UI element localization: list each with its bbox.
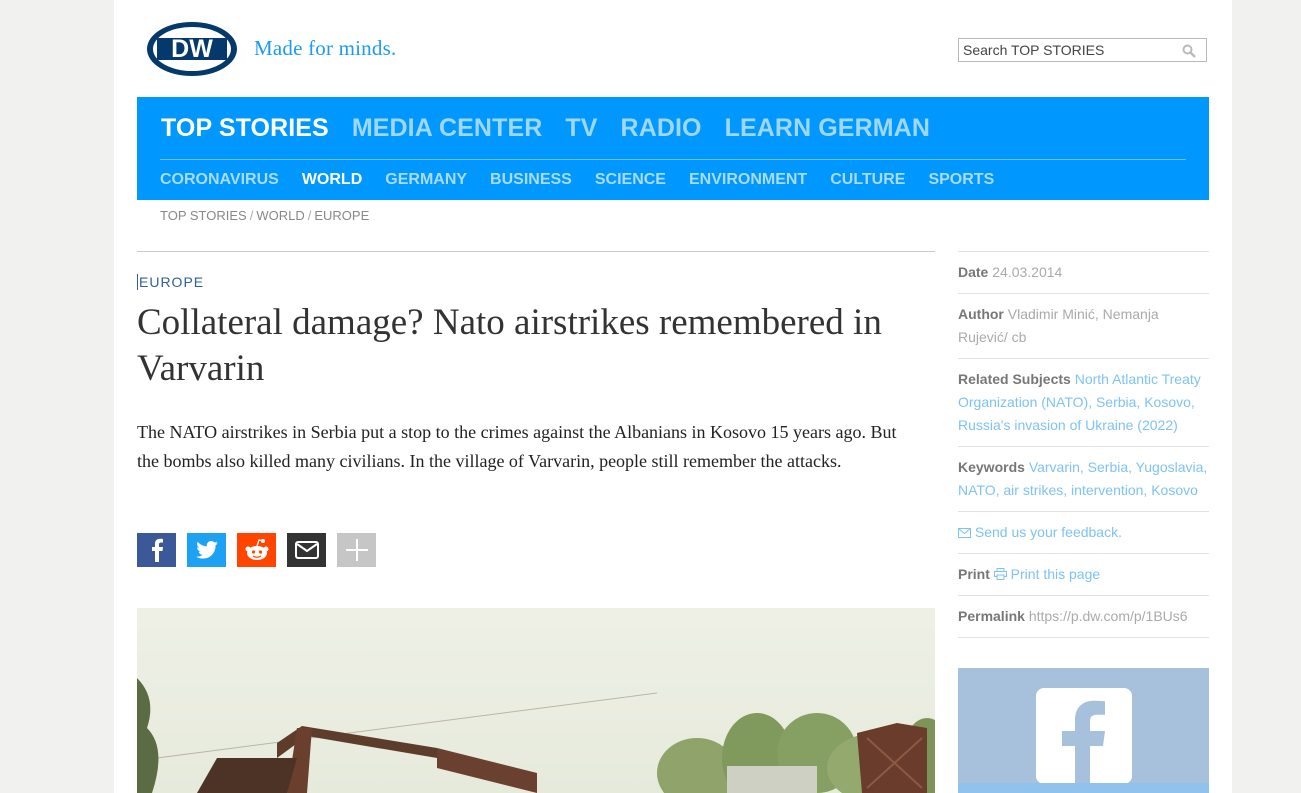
- permalink-value[interactable]: https://p.dw.com/p/1BUs6: [1029, 608, 1188, 624]
- facebook-promo-caption-strip: [958, 783, 1209, 793]
- share-more-button[interactable]: [337, 533, 376, 567]
- subnav-culture[interactable]: CULTURE: [830, 171, 905, 189]
- meta-related-subjects: Related Subjects North Atlantic Treaty O…: [958, 358, 1209, 446]
- breadcrumb-europe[interactable]: EUROPE: [314, 208, 369, 223]
- bridge-photo-illustration: [137, 608, 935, 793]
- print-link[interactable]: Print this page: [1011, 566, 1101, 582]
- author-label: Author: [958, 306, 1004, 322]
- share-facebook-button[interactable]: [137, 533, 176, 567]
- date-value: 24.03.2014: [992, 264, 1063, 280]
- meta-date: Date 24.03.2014: [958, 251, 1209, 293]
- subnav-sports[interactable]: SPORTS: [928, 171, 994, 189]
- related-subjects-label: Related Subjects: [958, 371, 1071, 387]
- nav-sub: CORONAVIRUS WORLD GERMANY BUSINESS SCIEN…: [160, 171, 1017, 189]
- article-rule: [137, 251, 935, 252]
- meta-keywords: Keywords Varvarin, Serbia, Yugoslavia, N…: [958, 446, 1209, 511]
- date-label: Date: [958, 264, 989, 280]
- facebook-icon: [1062, 700, 1105, 784]
- mail-icon: [958, 528, 971, 538]
- page: DW Made for minds. TOP STORIES MEDIA CEN…: [114, 0, 1232, 793]
- facebook-logo-square: [1036, 688, 1132, 784]
- meta-permalink: Permalink https://p.dw.com/p/1BUs6: [958, 595, 1209, 638]
- main-navigation: TOP STORIES MEDIA CENTER TV RADIO LEARN …: [137, 97, 1209, 200]
- subnav-science[interactable]: SCIENCE: [595, 171, 666, 189]
- share-bar: [137, 533, 387, 567]
- permalink-label: Permalink: [958, 608, 1025, 624]
- print-label: Print: [958, 566, 990, 582]
- search-box[interactable]: [958, 38, 1207, 62]
- feedback-link[interactable]: Send us your feedback.: [975, 524, 1122, 540]
- share-reddit-button[interactable]: [237, 533, 276, 567]
- subnav-coronavirus[interactable]: CORONAVIRUS: [160, 171, 279, 189]
- search-icon[interactable]: [1182, 44, 1196, 58]
- email-icon: [294, 541, 319, 559]
- nav-radio[interactable]: RADIO: [621, 114, 702, 143]
- breadcrumb-world[interactable]: WORLD: [256, 208, 304, 223]
- nav-divider: [160, 159, 1186, 160]
- meta-feedback: Send us your feedback.: [958, 511, 1209, 553]
- subnav-business[interactable]: BUSINESS: [490, 171, 572, 189]
- meta-print: Print Print this page: [958, 553, 1209, 595]
- nav-media-center[interactable]: MEDIA CENTER: [352, 114, 543, 143]
- facebook-icon: [151, 538, 163, 562]
- svg-text:DW: DW: [171, 35, 213, 63]
- article-kicker[interactable]: EUROPE: [137, 274, 204, 290]
- meta-author: Author Vladimir Minić, Nemanja Rujević/ …: [958, 293, 1209, 358]
- subnav-germany[interactable]: GERMANY: [385, 171, 467, 189]
- article-photo[interactable]: [137, 608, 935, 793]
- article-teaser: The NATO airstrikes in Serbia put a stop…: [137, 422, 897, 471]
- printer-icon: [993, 568, 1007, 580]
- subnav-environment[interactable]: ENVIRONMENT: [689, 171, 807, 189]
- nav-main: TOP STORIES MEDIA CENTER TV RADIO LEARN …: [161, 114, 953, 143]
- search-input[interactable]: [963, 42, 1173, 58]
- twitter-icon: [195, 541, 218, 559]
- share-email-button[interactable]: [287, 533, 326, 567]
- breadcrumb-separator: /: [249, 208, 254, 223]
- tagline: Made for minds.: [254, 36, 397, 60]
- breadcrumb-separator: /: [307, 208, 312, 223]
- keywords-label: Keywords: [958, 459, 1025, 475]
- article-meta-sidebar: Date 24.03.2014 Author Vladimir Minić, N…: [958, 251, 1209, 638]
- article-headline: Collateral damage? Nato airstrikes remem…: [137, 302, 882, 389]
- breadcrumb-top-stories[interactable]: TOP STORIES: [160, 208, 247, 223]
- reddit-icon: [245, 539, 268, 560]
- dw-logo[interactable]: DW: [147, 22, 239, 76]
- nav-learn-german[interactable]: LEARN GERMAN: [725, 114, 930, 143]
- plus-icon: [345, 539, 368, 561]
- breadcrumb: TOP STORIES / WORLD / EUROPE: [160, 208, 369, 223]
- nav-top-stories[interactable]: TOP STORIES: [161, 114, 329, 143]
- share-twitter-button[interactable]: [187, 533, 226, 567]
- nav-tv[interactable]: TV: [565, 114, 597, 143]
- subnav-world[interactable]: WORLD: [302, 171, 362, 189]
- facebook-promo[interactable]: [958, 668, 1209, 793]
